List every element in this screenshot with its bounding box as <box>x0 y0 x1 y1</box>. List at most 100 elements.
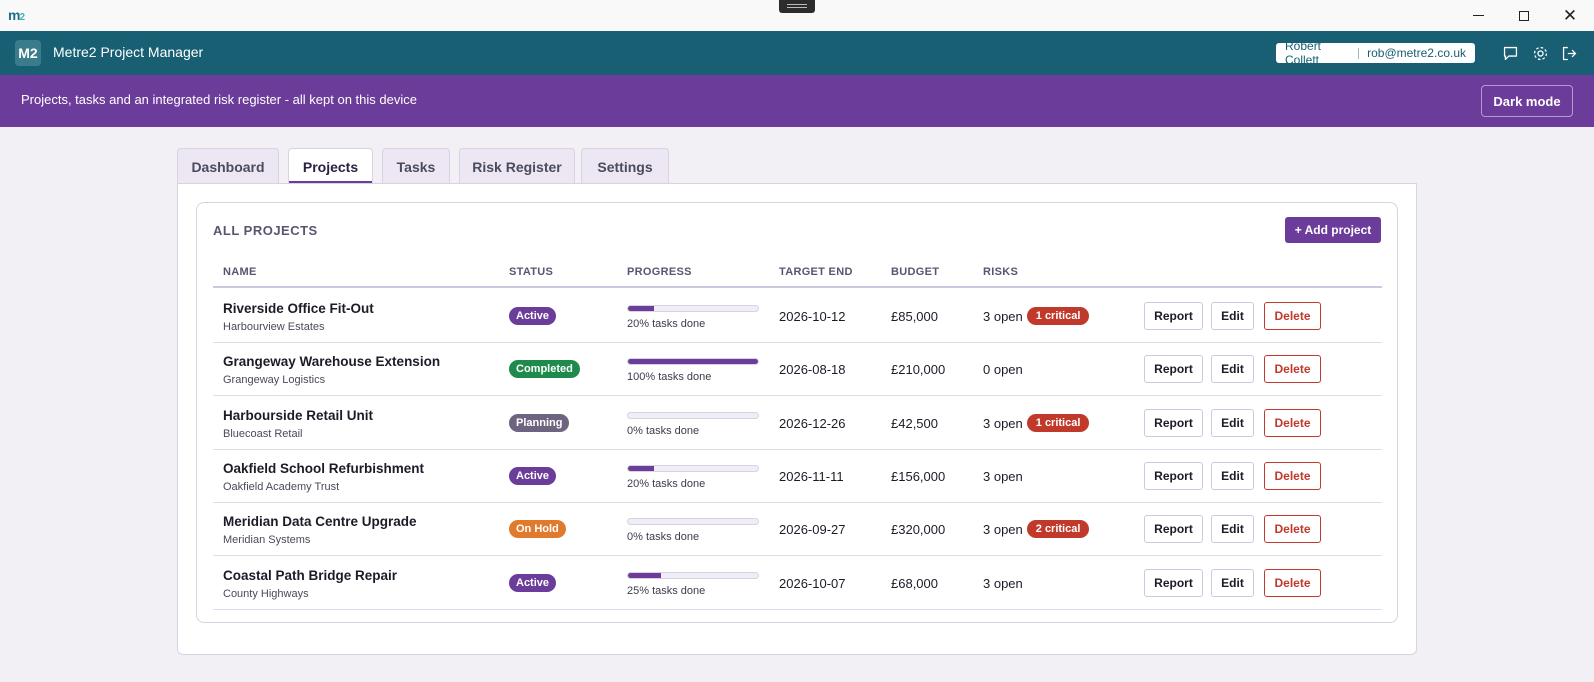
edit-button[interactable]: Edit <box>1211 462 1254 490</box>
table-row: Oakfield School Refurbishment Oakfield Ac… <box>213 450 1382 503</box>
status-badge: Completed <box>509 360 580 378</box>
budget-value: £85,000 <box>891 309 938 324</box>
minimize-icon <box>1472 15 1484 16</box>
project-client: Bluecoast Retail <box>223 428 303 440</box>
tab-dashboard[interactable]: Dashboard <box>177 148 279 184</box>
report-button[interactable]: Report <box>1144 569 1203 597</box>
project-name: Grangeway Warehouse Extension <box>223 354 441 369</box>
edit-button[interactable]: Edit <box>1211 302 1254 330</box>
progress-bar <box>627 465 759 472</box>
table-header: NAME STATUS PROGRESS TARGET END BUDGET R… <box>213 259 1382 288</box>
report-button[interactable]: Report <box>1144 355 1203 383</box>
critical-risk-badge: 1 critical <box>1026 414 1090 432</box>
progress-fill <box>628 359 758 364</box>
window-logo: m2 <box>8 7 25 23</box>
app-header: M2 Metre2 Project Manager Robert Collett… <box>0 31 1594 75</box>
edit-button[interactable]: Edit <box>1211 409 1254 437</box>
table-row: Riverside Office Fit-Out Harbourview Esta… <box>213 290 1382 343</box>
close-window-button[interactable]: ✕ <box>1547 0 1593 31</box>
status-badge: Active <box>509 574 557 592</box>
target-end-date: 2026-10-12 <box>779 309 846 324</box>
chat-button[interactable] <box>1500 43 1520 63</box>
user-email: rob@metre2.co.uk <box>1367 46 1466 60</box>
delete-button[interactable]: Delete <box>1264 462 1321 490</box>
budget-value: £68,000 <box>891 576 938 591</box>
settings-gear-icon <box>1533 46 1547 60</box>
project-name: Riverside Office Fit-Out <box>223 301 374 316</box>
budget-value: £156,000 <box>891 469 946 484</box>
status-badge: Planning <box>509 414 570 432</box>
report-button[interactable]: Report <box>1144 462 1203 490</box>
progress-fill <box>628 466 654 471</box>
edit-button[interactable]: Edit <box>1211 515 1254 543</box>
risks-open: 3 open <box>983 308 1023 324</box>
add-project-button[interactable]: + Add project <box>1285 217 1381 243</box>
close-icon: ✕ <box>1562 6 1578 25</box>
report-button[interactable]: Report <box>1144 302 1203 330</box>
risks-open: 3 open <box>983 575 1023 591</box>
progress-fill <box>628 573 661 578</box>
critical-risk-badge: 1 critical <box>1026 307 1090 325</box>
delete-button[interactable]: Delete <box>1264 515 1321 543</box>
window-titlebar: m2 ✕ <box>0 0 1594 31</box>
column-header-budget: BUDGET <box>891 266 940 278</box>
risks-open: 3 open <box>983 521 1023 537</box>
budget-value: £320,000 <box>891 522 946 537</box>
delete-button[interactable]: Delete <box>1264 355 1321 383</box>
risks-cell: 3 open 1 critical <box>983 414 1090 432</box>
project-name: Harbourside Retail Unit <box>223 408 374 423</box>
project-name: Oakfield School Refurbishment <box>223 461 425 476</box>
project-client: County Highways <box>223 588 309 600</box>
info-banner: Projects, tasks and an integrated risk r… <box>0 75 1594 127</box>
progress-text: 20% tasks done <box>627 318 706 330</box>
app-title: Metre2 Project Manager <box>53 44 204 60</box>
drag-handle[interactable] <box>779 0 815 13</box>
report-button[interactable]: Report <box>1144 515 1203 543</box>
progress-text: 20% tasks done <box>627 478 706 490</box>
delete-button[interactable]: Delete <box>1264 302 1321 330</box>
report-button[interactable]: Report <box>1144 409 1203 437</box>
user-badge: Robert Collett rob@metre2.co.uk <box>1276 39 1475 67</box>
tab-projects[interactable]: Projects <box>288 148 373 184</box>
edit-button[interactable]: Edit <box>1211 569 1254 597</box>
project-client: Meridian Systems <box>223 534 311 546</box>
table-row: Harbourside Retail Unit Bluecoast Retail P… <box>213 397 1382 450</box>
dark-mode-button[interactable]: Dark mode <box>1481 85 1573 117</box>
project-client: Oakfield Academy Trust <box>223 481 340 493</box>
risks-open: 0 open <box>983 361 1023 377</box>
progress-text: 0% tasks done <box>627 425 700 437</box>
status-badge: On Hold <box>509 520 566 538</box>
tab-tasks[interactable]: Tasks <box>382 148 450 184</box>
sign-out-icon <box>1562 46 1576 60</box>
risks-open: 3 open <box>983 468 1023 484</box>
progress-bar <box>627 572 759 579</box>
critical-risk-badge: 2 critical <box>1026 520 1090 538</box>
banner-text: Projects, tasks and an integrated risk r… <box>21 92 417 107</box>
column-header-risks: RISKS <box>983 266 1019 278</box>
target-end-date: 2026-09-27 <box>779 522 846 537</box>
settings-button[interactable] <box>1530 43 1550 63</box>
user-name: Robert Collett <box>1285 39 1322 67</box>
tab-risk-register[interactable]: Risk Register <box>459 148 575 184</box>
target-end-date: 2026-11-11 <box>779 469 844 484</box>
project-client: Grangeway Logistics <box>223 374 326 386</box>
column-header-status: STATUS <box>509 266 554 278</box>
sign-out-button[interactable] <box>1559 43 1579 63</box>
progress-bar <box>627 305 759 312</box>
delete-button[interactable]: Delete <box>1264 569 1321 597</box>
table-row: Coastal Path Bridge Repair County Highway… <box>213 557 1382 610</box>
risks-cell: 3 open <box>983 467 1023 485</box>
minimize-button[interactable] <box>1455 0 1501 31</box>
project-name: Coastal Path Bridge Repair <box>223 568 398 583</box>
target-end-date: 2026-08-18 <box>779 362 846 377</box>
table-row: Meridian Data Centre Upgrade Meridian Sys… <box>213 503 1382 556</box>
column-header-target-end: TARGET END <box>779 266 853 278</box>
delete-button[interactable]: Delete <box>1264 409 1321 437</box>
progress-bar <box>627 358 759 365</box>
maximize-button[interactable] <box>1501 0 1547 31</box>
budget-value: £210,000 <box>891 362 946 377</box>
project-client: Harbourview Estates <box>223 321 325 333</box>
edit-button[interactable]: Edit <box>1211 355 1254 383</box>
table-row: Grangeway Warehouse Extension Grangeway L… <box>213 343 1382 396</box>
tab-settings[interactable]: Settings <box>581 148 669 184</box>
